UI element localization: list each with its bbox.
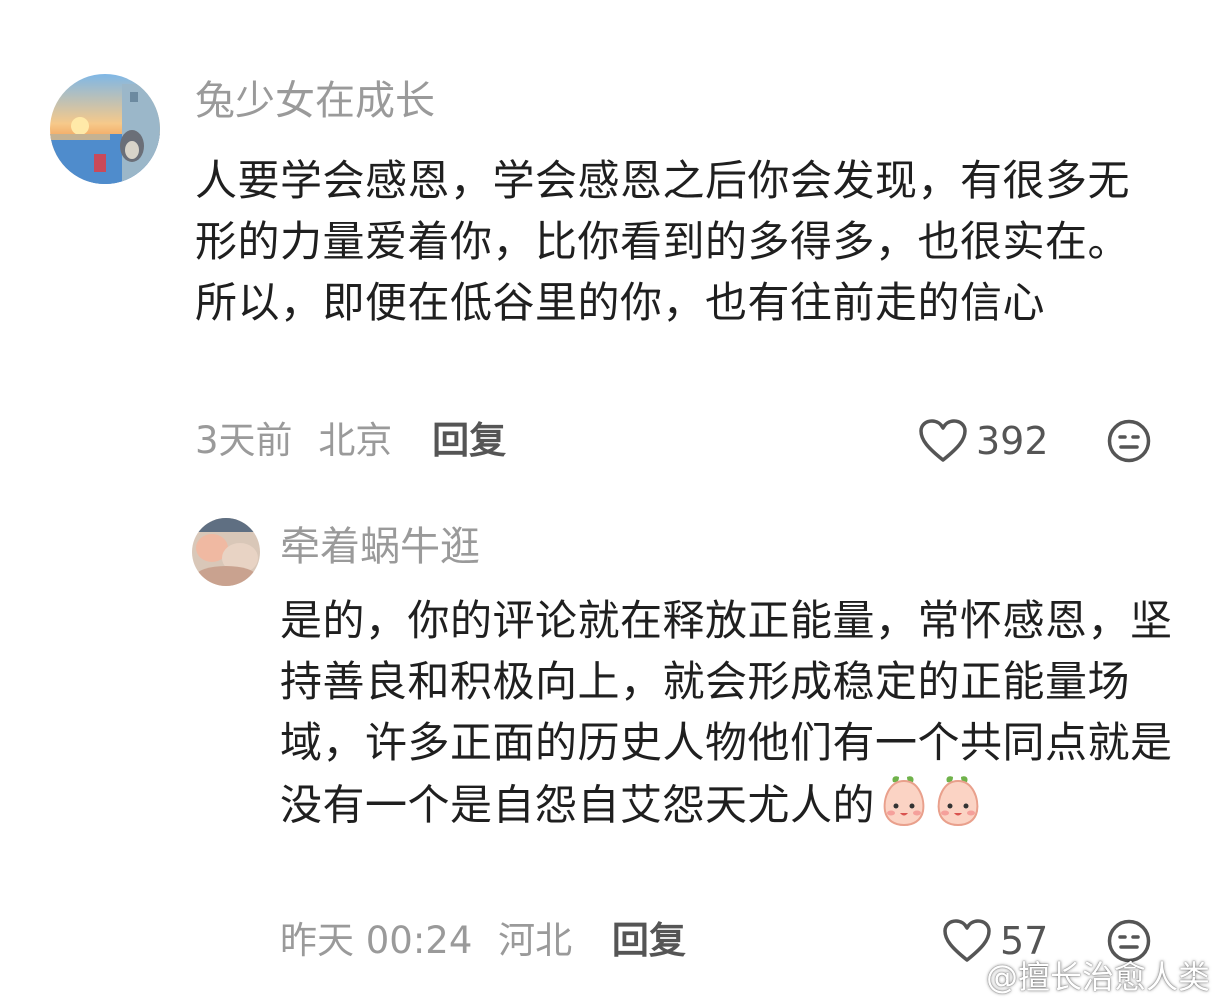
reply-button[interactable]: 回复 xyxy=(612,918,686,964)
peach-face-emoji xyxy=(933,773,983,843)
comment-2: 牵着蜗牛逛 是的，你的评论就在释放正能量，常怀感恩，坚持善良和积极向上，就会形成… xyxy=(0,0,1224,1005)
comment-text-content: 是的，你的评论就在释放正能量，常怀感恩，坚持善良和积极向上，就会形成稳定的正能量… xyxy=(280,596,1173,830)
comment-text: 是的，你的评论就在释放正能量，常怀感恩，坚持善良和积极向上，就会形成稳定的正能量… xyxy=(280,590,1180,843)
peach-face-emoji xyxy=(879,773,929,843)
timestamp: 昨天 00:24 xyxy=(280,919,473,962)
username[interactable]: 牵着蜗牛逛 xyxy=(280,522,480,572)
comment-meta: 昨天 00:24 河北 回复 xyxy=(280,918,686,964)
location: 河北 xyxy=(498,919,573,962)
avatar[interactable] xyxy=(192,518,260,586)
heart-icon xyxy=(943,919,991,962)
watermark: @擅长治愈人类 xyxy=(985,958,1210,996)
